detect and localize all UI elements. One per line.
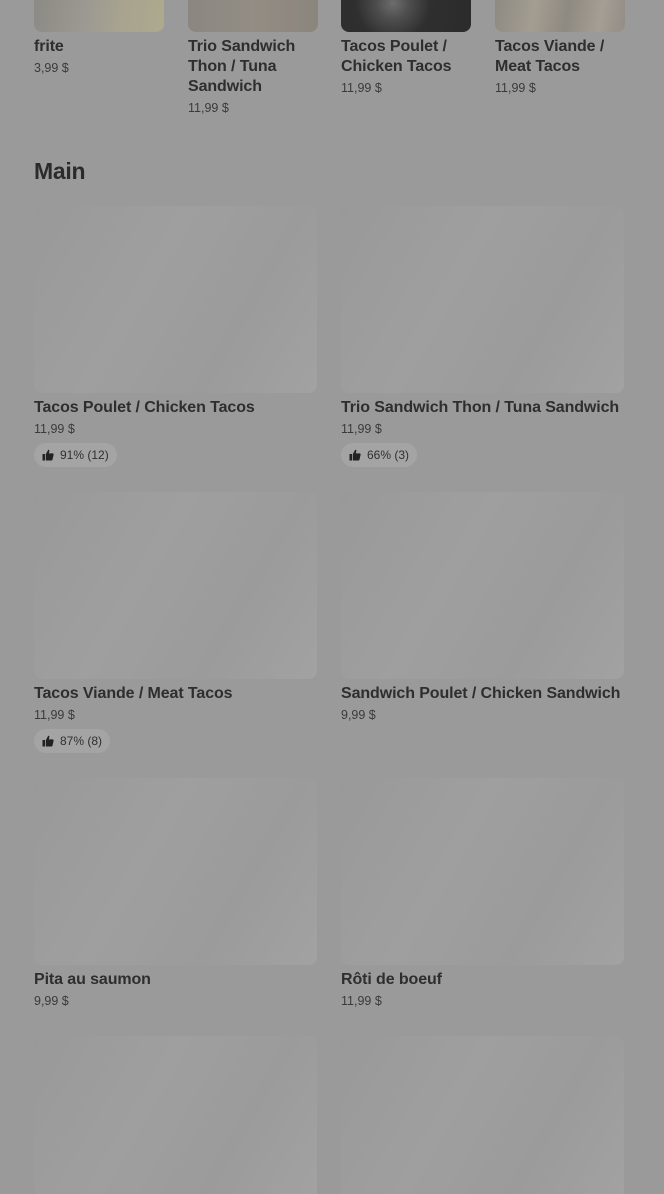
- menu-item-name: Tacos Viande / Meat Tacos: [34, 685, 233, 702]
- menu-item-image: [34, 778, 317, 965]
- featured-item-price: 11,99 $: [188, 101, 229, 115]
- menu-item-name: Trio Sandwich Thon / Tuna Sandwich: [341, 399, 620, 416]
- rating-text: 66% (3): [367, 448, 410, 462]
- menu-item-image: [341, 206, 624, 393]
- thumbs-up-icon: [42, 449, 54, 461]
- featured-item-image: [188, 0, 318, 32]
- featured-item-price: 3,99 $: [34, 61, 69, 75]
- rating-badge: 87% (8): [34, 729, 111, 753]
- menu-item-image: [341, 778, 624, 965]
- featured-item-image: [495, 0, 625, 32]
- menu-item-image: [34, 1036, 317, 1194]
- menu-item-price: 9,99 $: [34, 994, 69, 1008]
- menu-item-price: 11,99 $: [34, 708, 75, 722]
- menu-item-image: [341, 1036, 624, 1194]
- menu-item-card[interactable]: Sandwich Poulet / Chicken Sandwich 9,99 …: [341, 492, 624, 723]
- menu-item-price: 9,99 $: [341, 708, 376, 722]
- featured-item-card[interactable]: Tacos Poulet / Chicken Tacos 11,99 $: [341, 0, 471, 96]
- featured-item-name: Tacos Viande / Meat Tacos: [495, 38, 605, 75]
- menu-page: frite 3,99 $ Trio Sandwich Thon / Tuna S…: [0, 0, 664, 1194]
- featured-item-card[interactable]: Trio Sandwich Thon / Tuna Sandwich 11,99…: [188, 0, 318, 116]
- menu-item-card[interactable]: Tacos Poulet / Chicken Tacos 11,99 $ 91%…: [34, 206, 317, 467]
- featured-item-name: Tacos Poulet / Chicken Tacos: [341, 38, 452, 75]
- featured-item-image: [34, 0, 164, 32]
- menu-item-price: 11,99 $: [341, 994, 382, 1008]
- thumbs-up-icon: [349, 449, 361, 461]
- menu-item-price: 11,99 $: [34, 422, 75, 436]
- featured-item-name: Trio Sandwich Thon / Tuna Sandwich: [188, 38, 296, 95]
- featured-item-image: [341, 0, 471, 32]
- menu-item-image: [34, 206, 317, 393]
- menu-item-image: [341, 492, 624, 679]
- menu-item-card[interactable]: [341, 1036, 624, 1194]
- featured-item-card[interactable]: frite 3,99 $: [34, 0, 164, 76]
- menu-item-card[interactable]: Trio Sandwich Thon / Tuna Sandwich 11,99…: [341, 206, 624, 467]
- menu-item-card[interactable]: [34, 1036, 317, 1194]
- menu-item-card[interactable]: Tacos Viande / Meat Tacos 11,99 $ 87% (8…: [34, 492, 317, 753]
- rating-text: 87% (8): [60, 734, 103, 748]
- rating-badge: 91% (12): [34, 443, 117, 467]
- menu-item-name: Tacos Poulet / Chicken Tacos: [34, 399, 255, 416]
- menu-item-price: 11,99 $: [341, 422, 382, 436]
- rating-text: 91% (12): [60, 448, 109, 462]
- featured-item-card[interactable]: Tacos Viande / Meat Tacos 11,99 $: [495, 0, 625, 96]
- thumbs-up-icon: [42, 735, 54, 747]
- featured-item-price: 11,99 $: [495, 81, 536, 95]
- rating-badge: 66% (3): [341, 443, 418, 467]
- menu-item-name: Pita au saumon: [34, 971, 151, 988]
- featured-item-name: frite: [34, 38, 64, 55]
- menu-item-card[interactable]: Rôti de boeuf 11,99 $: [341, 778, 624, 1009]
- menu-item-image: [34, 492, 317, 679]
- menu-item-name: Sandwich Poulet / Chicken Sandwich: [341, 685, 621, 702]
- menu-item-name: Rôti de boeuf: [341, 971, 442, 988]
- section-title: Main: [34, 158, 86, 184]
- featured-item-price: 11,99 $: [341, 81, 382, 95]
- menu-item-card[interactable]: Pita au saumon 9,99 $: [34, 778, 317, 1009]
